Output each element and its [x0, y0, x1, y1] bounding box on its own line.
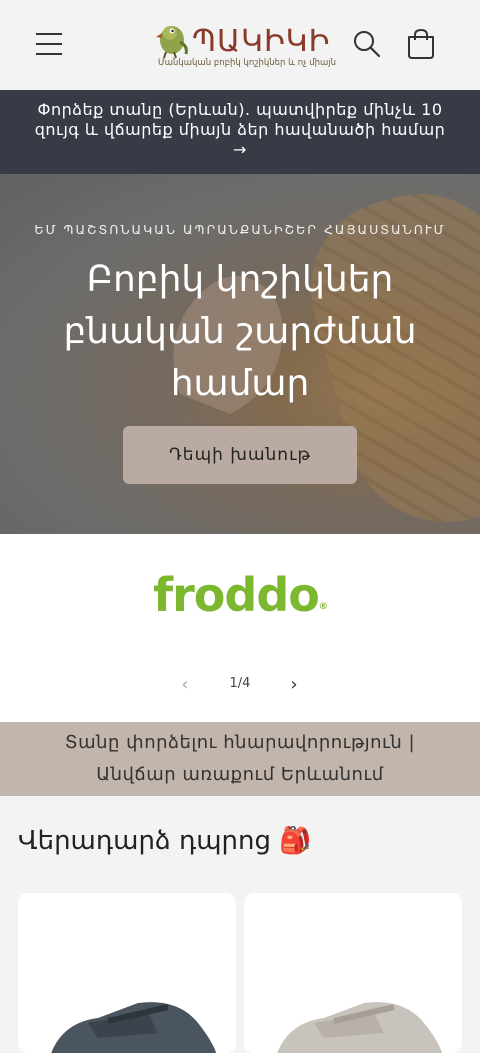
hero-eyebrow: ԵՄ ՊԱՇՏՈՆԱԿԱՆ ԱՊՐԱՆՔԱՆԻՇԵՐ ՀԱՅԱՍՏԱՆՈՒՄ: [34, 222, 446, 237]
arrow-right-icon: →: [233, 140, 247, 159]
slide-counter: 1/4: [229, 676, 251, 691]
chevron-left-icon[interactable]: ‹: [174, 674, 196, 696]
hero-banner: ԵՄ ՊԱՇՏՈՆԱԿԱՆ ԱՊՐԱՆՔԱՆԻՇԵՐ ՀԱՅԱՍՏԱՆՈՒՄ Բ…: [0, 174, 480, 534]
delivery-banner: Տանը փորձելու հնարավորություն | Անվճար ա…: [0, 722, 480, 796]
announcement-text: Փորձեք տանը (Երևան). պատվիրեք մինչև 10 զ…: [34, 100, 446, 139]
shop-button[interactable]: Դեպի խանութ: [123, 426, 357, 484]
logo-tagline: Մանկական բոբիկ կոշիկներ և ոչ միայն: [158, 58, 336, 68]
section-title: Վերադարձ դպրոց 🎒: [18, 826, 312, 856]
brand-name: froddo: [153, 568, 320, 622]
logo-wordmark: ՊԱԿԻԿԻ: [192, 24, 331, 59]
parrot-logo-icon: [156, 26, 188, 59]
search-icon[interactable]: [353, 30, 381, 58]
cart-icon[interactable]: [406, 28, 436, 60]
chevron-right-icon[interactable]: ›: [283, 674, 305, 696]
menu-icon[interactable]: [36, 32, 62, 56]
brand-logo-froddo[interactable]: froddo®: [0, 568, 480, 622]
product-image: [277, 1002, 443, 1053]
site-logo[interactable]: ՊԱԿԻԿԻ Մանկական բոբիկ կոշիկներ և ոչ միայ…: [150, 14, 336, 74]
brand-slider: froddo® ‹ 1/4 ›: [0, 534, 480, 722]
product-card[interactable]: [18, 893, 236, 1053]
delivery-line-2: Անվճար առաքում Երևանում: [96, 764, 384, 785]
site-header: ՊԱԿԻԿԻ Մանկական բոբիկ կոշիկներ և ոչ միայ…: [0, 0, 480, 90]
hero-title: Բոբիկ կոշիկներ բնական շարժման համար: [63, 259, 417, 404]
delivery-line-1: Տանը փորձելու հնարավորություն |: [64, 732, 416, 753]
product-card[interactable]: [244, 893, 462, 1053]
registered-mark: ®: [318, 602, 328, 612]
product-image: [51, 1002, 217, 1053]
announcement-bar[interactable]: Փորձեք տանը (Երևան). պատվիրեք մինչև 10 զ…: [0, 90, 480, 174]
